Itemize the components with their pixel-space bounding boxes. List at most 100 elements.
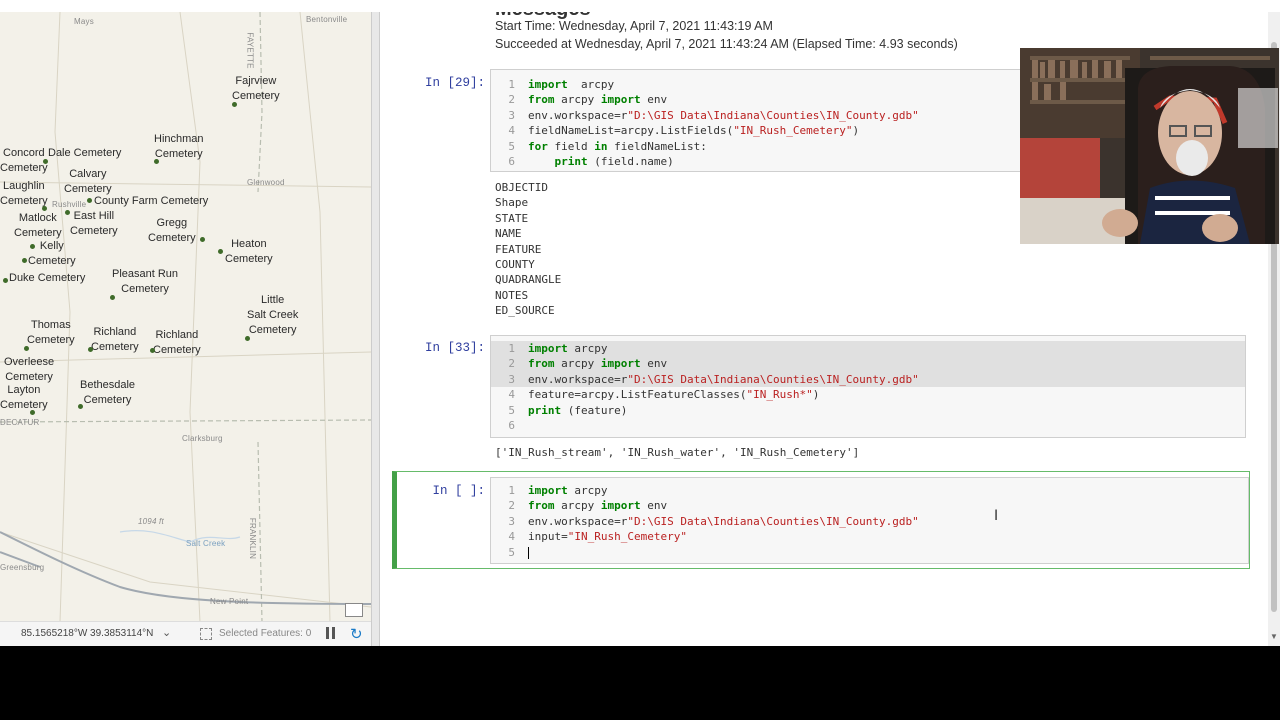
cemetery-label[interactable]: Laughlin Cemetery — [0, 179, 48, 209]
town-label: Greensburg — [0, 563, 45, 572]
town-label: Glenwood — [247, 178, 285, 187]
selection-icon — [200, 628, 212, 640]
code-cell-input[interactable]: 1 import arcpy 2 from arcpy import env 3 env.… — [490, 477, 1249, 564]
town-label: FAYETTE — [245, 32, 255, 69]
code-line[interactable]: 5 print (feature) — [491, 403, 1245, 418]
succeeded-text: Succeeded at Wednesday, April 7, 2021 11… — [495, 37, 958, 51]
cemetery-label[interactable]: Fajrview Cemetery — [232, 74, 280, 104]
cemetery-point[interactable] — [24, 346, 29, 351]
cemetery-point[interactable] — [88, 347, 93, 352]
code-text: for field in fieldNameList: — [528, 139, 707, 153]
output-line: ['IN_Rush_stream', 'IN_Rush_water', 'IN_… — [495, 446, 860, 459]
cemetery-label[interactable]: Heaton Cemetery — [225, 237, 273, 267]
code-line[interactable]: 4 feature=arcpy.ListFeatureClasses("IN_Ru… — [491, 387, 1245, 402]
code-text: env.workspace=r"D:\GIS Data\Indiana\Coun… — [528, 514, 919, 528]
code-line[interactable]: 1 import arcpy — [491, 341, 1245, 357]
code-text: import arcpy — [528, 484, 608, 497]
town-label: New Point — [210, 597, 249, 606]
line-number: 6 — [508, 418, 515, 432]
cemetery-label[interactable]: Calvary Cemetery — [64, 167, 112, 197]
code-cell-input[interactable]: 1 import arcpy 2 from arcpy import env 3 env.… — [490, 335, 1246, 438]
cemetery-point[interactable] — [43, 159, 48, 164]
code-line[interactable]: 2 from arcpy import env — [491, 498, 1248, 513]
town-label: FRANKLIN — [248, 517, 258, 560]
cemetery-label[interactable]: Matlock Cemetery — [14, 211, 62, 241]
scroll-down-arrow-icon[interactable]: ▼ — [1270, 632, 1278, 641]
town-label: DECATUR — [0, 418, 40, 427]
line-number: 2 — [508, 93, 515, 107]
cemetery-label[interactable]: Duke Cemetery — [9, 271, 85, 286]
cemetery-label[interactable]: Pleasant Run Cemetery — [112, 267, 178, 297]
cemetery-label[interactable]: Kelly Cemetery — [28, 239, 76, 269]
cemetery-point[interactable] — [150, 348, 155, 353]
cemetery-label[interactable]: Richland Cemetery — [153, 328, 201, 358]
line-number: 5 — [508, 139, 515, 153]
cell-prompt: In [33]: — [424, 341, 485, 355]
code-line[interactable]: 1 import arcpy — [491, 483, 1248, 498]
cemetery-point[interactable] — [87, 198, 92, 203]
map-status-bar: 85.1565218°W 39.3853114°N ⌄ Selected Fea… — [0, 621, 371, 646]
pause-drawing-button[interactable] — [326, 627, 336, 639]
line-number: 4 — [508, 124, 515, 138]
cemetery-point[interactable] — [245, 336, 250, 341]
output-line: ED_SOURCE — [495, 304, 555, 318]
code-line[interactable]: 3 env.workspace=r"D:\GIS Data\Indiana\Cou… — [491, 514, 1248, 529]
chevron-down-icon[interactable]: ⌄ — [162, 626, 171, 639]
cemetery-label[interactable]: Dale Cemetery — [48, 146, 121, 161]
line-number: 5 — [508, 403, 515, 417]
cemetery-label[interactable]: Richland Cemetery — [91, 325, 139, 355]
cemetery-point[interactable] — [65, 210, 70, 215]
cemetery-label[interactable]: Overleese Cemetery — [4, 355, 54, 385]
cemetery-point[interactable] — [78, 404, 83, 409]
code-line[interactable]: 3 env.workspace=r"D:\GIS Data\Indiana\Cou… — [491, 371, 1245, 388]
cemetery-label[interactable]: Little Salt Creek Cemetery — [247, 293, 298, 338]
cemetery-label[interactable]: Bethesdale Cemetery — [80, 378, 135, 408]
code-line[interactable]: 2 from arcpy import env — [491, 356, 1245, 372]
code-line[interactable]: 5 — [491, 545, 1248, 560]
refresh-icon[interactable]: ↻ — [350, 625, 363, 643]
code-line[interactable]: 6 — [491, 418, 1245, 433]
line-number: 1 — [508, 484, 515, 497]
cemetery-label[interactable]: County Farm Cemetery — [94, 194, 208, 209]
town-label: Salt Creek — [186, 539, 226, 548]
output-line: QUADRANGLE — [495, 273, 562, 287]
map-view[interactable]: Mays Bentonville FAYETTE Glenwood Rushvi… — [0, 12, 371, 646]
attribute-table-icon[interactable] — [345, 603, 363, 617]
line-number: 3 — [508, 108, 515, 122]
cemetery-label[interactable]: East Hill Cemetery — [70, 209, 118, 239]
cemetery-label[interactable]: Concord Cemetery — [0, 146, 48, 176]
cemetery-label[interactable]: Thomas Cemetery — [27, 318, 75, 348]
cemetery-point[interactable] — [42, 206, 47, 211]
output-line: OBJECTID — [495, 181, 548, 194]
output-line: NOTES — [495, 288, 529, 302]
line-number: 2 — [508, 357, 515, 371]
code-text: fieldNameList=arcpy.ListFields("IN_Rush_… — [528, 124, 860, 138]
output-line: NAME — [495, 227, 522, 241]
cemetery-point[interactable] — [232, 102, 237, 107]
code-text: import arcpy — [528, 342, 608, 355]
code-line[interactable]: 4 input="IN_Rush_Cemetery" — [491, 529, 1248, 544]
cemetery-point[interactable] — [30, 244, 35, 249]
cemetery-point[interactable] — [30, 410, 35, 415]
cemetery-point[interactable] — [218, 249, 223, 254]
cemetery-label[interactable]: Gregg Cemetery — [148, 216, 196, 246]
town-label: Rushville — [52, 200, 87, 209]
pane-splitter[interactable] — [371, 12, 380, 646]
cemetery-label[interactable]: Hinchman Cemetery — [154, 132, 204, 162]
text-caret — [528, 546, 529, 559]
code-text: from arcpy import env — [528, 499, 668, 513]
line-number: 3 — [508, 372, 515, 386]
text-cursor-ibeam: I — [994, 508, 999, 524]
code-text: input="IN_Rush_Cemetery" — [528, 530, 687, 544]
line-number: 4 — [508, 388, 515, 402]
cemetery-point[interactable] — [154, 159, 159, 164]
cell-prompt: In [29]: — [424, 76, 485, 90]
cemetery-point[interactable] — [200, 237, 205, 242]
town-label: Clarksburg — [182, 434, 223, 443]
cemetery-point[interactable] — [22, 258, 27, 263]
cemetery-label[interactable]: Layton Cemetery — [0, 383, 48, 413]
line-number: 4 — [508, 530, 515, 544]
line-number: 1 — [508, 78, 515, 91]
cemetery-point[interactable] — [110, 295, 115, 300]
cemetery-point[interactable] — [3, 278, 8, 283]
